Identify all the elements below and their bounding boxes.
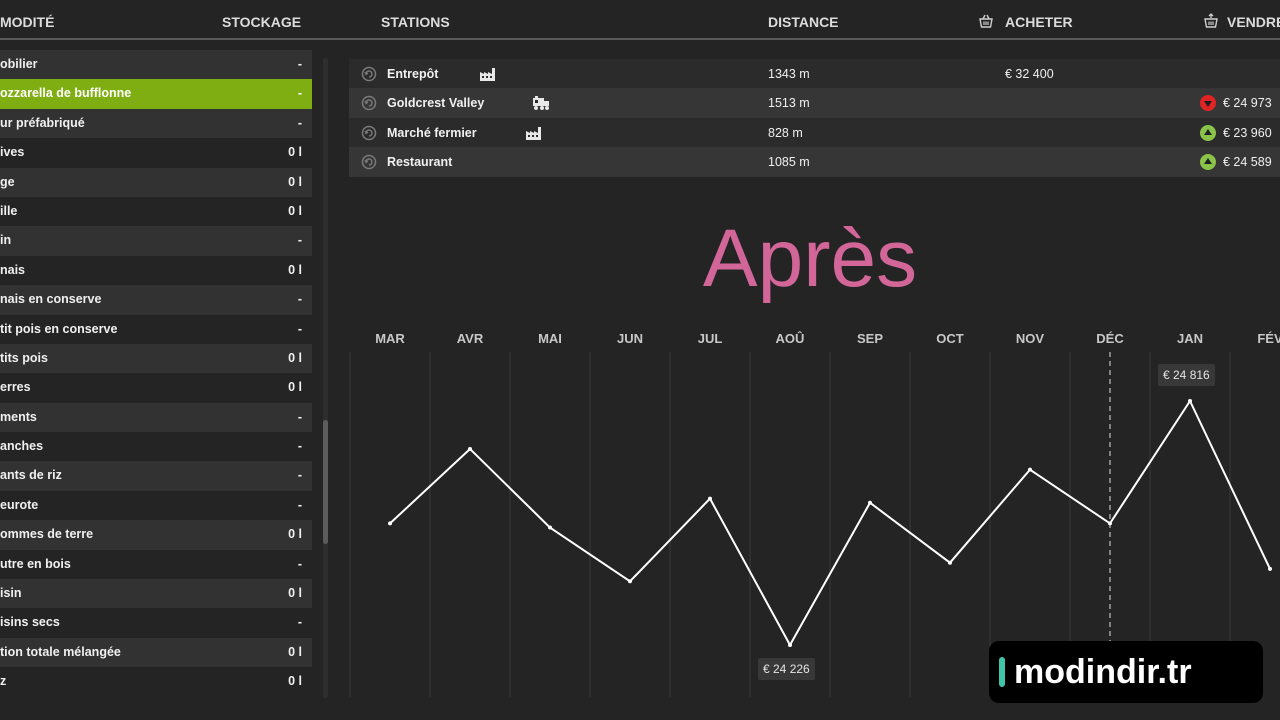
price-point (1028, 467, 1032, 472)
price-point (1188, 399, 1192, 403)
price-point (948, 560, 952, 565)
watermark-text: modindir.tr (1014, 653, 1192, 691)
price-point (388, 521, 392, 526)
price-point (548, 525, 552, 530)
price-point (1108, 521, 1112, 526)
max-price-label: € 24 816 (1158, 364, 1215, 386)
price-point (708, 496, 712, 501)
price-point (868, 500, 872, 505)
min-price-label: € 24 226 (758, 658, 815, 680)
price-point (1268, 566, 1272, 571)
watermark-logo: modindir.tr (989, 641, 1263, 703)
price-point (788, 643, 792, 647)
price-chart (349, 352, 1272, 697)
price-point (468, 446, 472, 451)
watermark-bar (999, 657, 1005, 687)
price-point (628, 579, 632, 584)
